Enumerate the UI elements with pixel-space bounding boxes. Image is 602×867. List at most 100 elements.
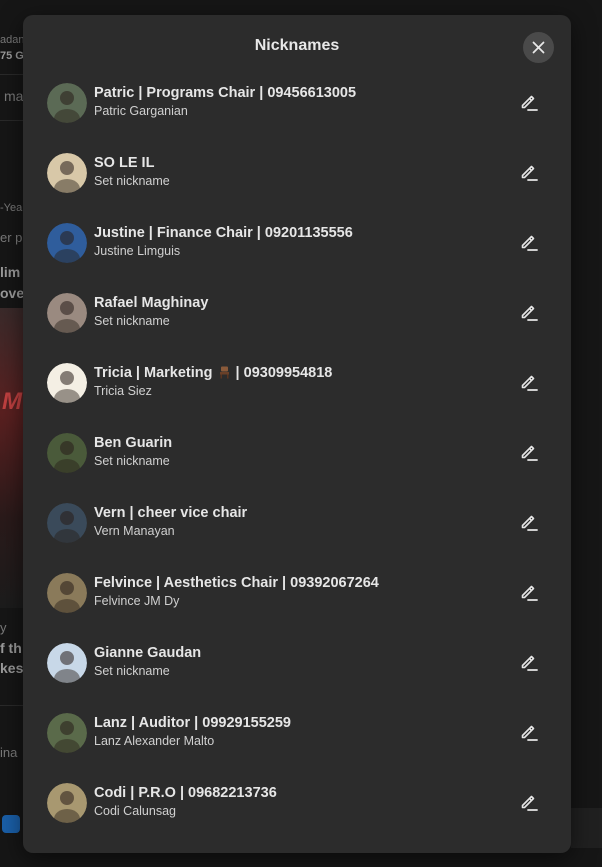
edit-nickname-button[interactable] (515, 89, 543, 117)
member-nickname-part: Tricia | Marketing (94, 365, 217, 381)
background-text: 75 G (0, 50, 24, 62)
background-text: ma (4, 88, 24, 104)
edit-nickname-button[interactable] (515, 369, 543, 397)
member-nickname: Ben Guarin (94, 435, 173, 451)
member-text: Tricia | Marketing | 09309954818 Tricia S… (94, 364, 511, 400)
member-row[interactable]: Vern | cheer vice chair Vern Manayan (23, 499, 571, 569)
background-text: ina (0, 745, 18, 760)
avatar (47, 293, 87, 333)
pencil-edit-icon (521, 375, 538, 391)
member-row[interactable]: Gianne Gaudan Set nickname (23, 639, 571, 709)
dialog-header: Nicknames (23, 15, 571, 79)
edit-nickname-button[interactable] (515, 299, 543, 327)
background-text: adan (0, 34, 25, 46)
edit-nickname-button[interactable] (515, 509, 543, 537)
pencil-edit-icon (521, 445, 538, 461)
member-nickname-part: | 09309954818 (231, 365, 333, 381)
avatar (47, 433, 87, 473)
member-row[interactable]: Tricia | Marketing | 09309954818 Tricia S… (23, 359, 571, 429)
pencil-edit-icon (521, 585, 538, 601)
member-row[interactable]: Lanz | Auditor | 09929155259 Lanz Alexand… (23, 709, 571, 779)
avatar (47, 363, 87, 403)
member-nickname: Patric | Programs Chair | 09456613005 (94, 85, 357, 101)
background-text: M (2, 388, 22, 415)
member-nickname: SO LE IL (94, 155, 155, 171)
edit-nickname-button[interactable] (515, 439, 543, 467)
background-text: ove (0, 285, 25, 301)
member-text: Codi | P.R.O | 09682213736 Codi Calunsag (94, 784, 511, 820)
close-icon (532, 41, 545, 54)
avatar (47, 223, 87, 263)
avatar (47, 503, 87, 543)
edit-nickname-button[interactable] (515, 649, 543, 677)
edit-nickname-button[interactable] (515, 229, 543, 257)
member-nickname: Justine | Finance Chair | 09201135556 (94, 225, 353, 241)
member-subtitle: Lanz Alexander Malto (94, 734, 215, 748)
background-text: lim (0, 264, 21, 280)
dialog-title: Nicknames (254, 37, 340, 54)
member-nickname: Codi | P.R.O | 09682213736 (94, 785, 277, 801)
background-text: kes (0, 660, 24, 676)
background-text: er pl (0, 230, 26, 245)
background-badge (2, 815, 20, 833)
member-subtitle: Set nickname (94, 454, 170, 468)
edit-nickname-button[interactable] (515, 579, 543, 607)
member-nickname: Rafael Maghinay (94, 295, 209, 311)
avatar (47, 713, 87, 753)
member-nickname: Lanz | Auditor | 09929155259 (94, 715, 291, 731)
member-text: Vern | cheer vice chair Vern Manayan (94, 504, 511, 540)
member-text: Ben Guarin Set nickname (94, 434, 511, 470)
pencil-edit-icon (521, 515, 538, 531)
member-subtitle: Vern Manayan (94, 524, 175, 538)
member-nickname: Felvince | Aesthetics Chair | 0939206726… (94, 575, 379, 591)
member-text: Rafael Maghinay Set nickname (94, 294, 511, 330)
member-text: SO LE IL Set nickname (94, 154, 511, 190)
edit-nickname-button[interactable] (515, 719, 543, 747)
pencil-edit-icon (521, 795, 538, 811)
member-row[interactable]: Patric | Programs Chair | 09456613005 Pat… (23, 79, 571, 149)
avatar (47, 573, 87, 613)
background-panel (571, 808, 602, 848)
edit-nickname-button[interactable] (515, 789, 543, 817)
background-text: -Yea (0, 202, 23, 214)
background-text: y (0, 620, 7, 635)
member-text: Felvince | Aesthetics Chair | 0939206726… (94, 574, 511, 610)
nicknames-dialog: Nicknames Patric | Programs Chair | 0945… (23, 15, 571, 853)
pencil-edit-icon (521, 655, 538, 671)
nickname-list: Patric | Programs Chair | 09456613005 Pat… (23, 79, 571, 849)
chair-icon (219, 366, 230, 379)
member-text: Gianne Gaudan Set nickname (94, 644, 511, 680)
member-text: Patric | Programs Chair | 09456613005 Pat… (94, 84, 511, 120)
member-subtitle: Justine Limguis (94, 244, 181, 258)
member-subtitle: Set nickname (94, 174, 170, 188)
background-text: f th (0, 640, 22, 656)
avatar (47, 83, 87, 123)
member-row[interactable]: Codi | P.R.O | 09682213736 Codi Calunsag (23, 779, 571, 849)
avatar (47, 783, 87, 823)
member-subtitle: Felvince JM Dy (94, 594, 180, 608)
avatar (47, 153, 87, 193)
member-nickname: Vern | cheer vice chair (94, 505, 248, 521)
pencil-edit-icon (521, 235, 538, 251)
close-button[interactable] (523, 32, 554, 63)
member-row[interactable]: Ben Guarin Set nickname (23, 429, 571, 499)
member-row[interactable]: SO LE IL Set nickname (23, 149, 571, 219)
avatar (47, 643, 87, 683)
member-subtitle: Patric Garganian (94, 104, 188, 118)
member-nickname: Tricia | Marketing | 09309954818 (94, 364, 511, 382)
member-row[interactable]: Rafael Maghinay Set nickname (23, 289, 571, 359)
edit-nickname-button[interactable] (515, 159, 543, 187)
member-nickname: Gianne Gaudan (94, 645, 202, 661)
member-subtitle: Codi Calunsag (94, 804, 176, 818)
member-text: Lanz | Auditor | 09929155259 Lanz Alexand… (94, 714, 511, 750)
pencil-edit-icon (521, 165, 538, 181)
pencil-edit-icon (521, 95, 538, 111)
member-row[interactable]: Felvince | Aesthetics Chair | 0939206726… (23, 569, 571, 639)
pencil-edit-icon (521, 725, 538, 741)
member-subtitle: Set nickname (94, 314, 170, 328)
pencil-edit-icon (521, 305, 538, 321)
member-text: Justine | Finance Chair | 09201135556 Jus… (94, 224, 511, 260)
member-row[interactable]: Justine | Finance Chair | 09201135556 Jus… (23, 219, 571, 289)
member-subtitle: Tricia Siez (94, 384, 152, 398)
member-subtitle: Set nickname (94, 664, 170, 678)
